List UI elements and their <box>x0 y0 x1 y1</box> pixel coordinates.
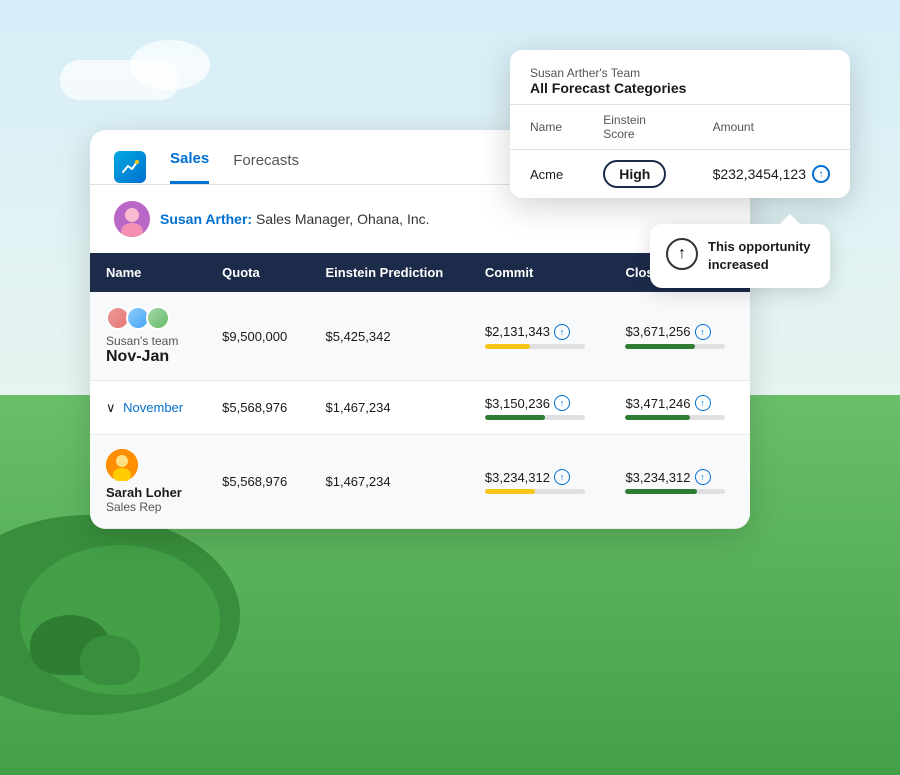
team-period: Nov-Jan <box>106 348 190 366</box>
popup-header: Susan Arther's Team All Forecast Categor… <box>510 50 850 105</box>
sarah-name-cell: Sarah Loher Sales Rep <box>90 435 206 529</box>
november-closed-bar <box>625 415 725 420</box>
sarah-name: Sarah Loher <box>106 485 190 500</box>
popup-title: All Forecast Categories <box>530 80 830 96</box>
tooltip-bubble: ↑ This opportunity increased <box>650 224 830 288</box>
commit-up-arrow: ↑ <box>554 324 570 340</box>
sarah-closed-arrow: ↑ <box>695 469 711 485</box>
november-closed-cell: $3,471,246 ↑ <box>625 395 734 420</box>
november-closed-fill <box>625 415 690 420</box>
team-commit-value: $2,131,343 ↑ <box>485 324 594 340</box>
popup-amount-cell: $232,3454,123 ↑ <box>713 165 830 183</box>
sarah-commit-cell: $3,234,312 ↑ <box>485 469 594 494</box>
sarah-closed-cell: $3,234,312 ↑ <box>625 469 734 494</box>
commit-progress-bar <box>485 344 585 349</box>
sarah-avatar <box>106 449 138 481</box>
user-detail: Sales Manager, Ohana, Inc. <box>252 211 429 227</box>
tab-sales[interactable]: Sales <box>170 150 209 184</box>
november-commit-cell: $3,150,236 ↑ <box>485 395 594 420</box>
sarah-commit-fill <box>485 489 535 494</box>
november-quota: $5,568,976 <box>206 381 309 435</box>
november-commit-arrow: ↑ <box>554 395 570 411</box>
november-link[interactable]: November <box>123 400 183 415</box>
popup-row-score: High <box>583 150 692 199</box>
forecast-table: Name Quota Einstein Prediction Commit Cl… <box>90 253 750 529</box>
sarah-commit-bar <box>485 489 585 494</box>
popup-row: Acme High $232,3454,123 ↑ <box>510 150 850 199</box>
team-closed-cell: $3,671,256 ↑ <box>625 324 734 349</box>
up-arrow-icon: ↑ <box>812 165 830 183</box>
tab-forecasts[interactable]: Forecasts <box>233 152 299 183</box>
sarah-quota: $5,568,976 <box>206 435 309 529</box>
team-commit-cell: $2,131,343 ↑ <box>485 324 594 349</box>
sarah-closed-value: $3,234,312 ↑ <box>625 469 734 485</box>
sarah-commit: $3,234,312 ↑ <box>469 435 610 529</box>
commit-progress-fill <box>485 344 530 349</box>
sarah-prediction: $1,467,234 <box>310 435 469 529</box>
popup-amount-value: $232,3454,123 <box>713 166 806 182</box>
closed-up-arrow: ↑ <box>695 324 711 340</box>
popup-row-name: Acme <box>510 150 583 199</box>
november-closed: $3,471,246 ↑ <box>609 381 750 435</box>
user-avatar <box>114 201 150 237</box>
sarah-closed-bar <box>625 489 725 494</box>
popup-col-name: Name <box>510 105 583 150</box>
sarah-commit-arrow: ↑ <box>554 469 570 485</box>
user-text: Susan Arther: Sales Manager, Ohana, Inc. <box>160 211 430 227</box>
november-commit-fill <box>485 415 545 420</box>
col-header-name: Name <box>90 253 206 292</box>
closed-progress-fill <box>625 344 695 349</box>
november-commit-value: $3,150,236 ↑ <box>485 395 594 411</box>
table-row: Sarah Loher Sales Rep $5,568,976 $1,467,… <box>90 435 750 529</box>
team-commit: $2,131,343 ↑ <box>469 292 610 381</box>
tooltip-up-icon: ↑ <box>666 238 698 270</box>
november-closed-arrow: ↑ <box>695 395 711 411</box>
cloud-decoration-2 <box>130 40 210 90</box>
team-quota: $9,500,000 <box>206 292 309 381</box>
popup-card: Susan Arther's Team All Forecast Categor… <box>510 50 850 198</box>
popup-table: Name Einstein Score Amount Acme High $23… <box>510 105 850 198</box>
team-closed: $3,671,256 ↑ <box>609 292 750 381</box>
sarah-closed-fill <box>625 489 697 494</box>
november-commit-bar <box>485 415 585 420</box>
table-row: ∨ November $5,568,976 $1,467,234 $3,150,… <box>90 381 750 435</box>
closed-progress-bar <box>625 344 725 349</box>
team-label: Susan's team <box>106 334 190 348</box>
sarah-title: Sales Rep <box>106 500 190 514</box>
col-header-prediction: Einstein Prediction <box>310 253 469 292</box>
popup-col-score: Einstein Score <box>583 105 692 150</box>
sarah-closed: $3,234,312 ↑ <box>609 435 750 529</box>
avatar-3 <box>146 306 170 330</box>
high-badge: High <box>603 160 666 188</box>
popup-row-amount: $232,3454,123 ↑ <box>693 150 850 199</box>
november-prediction: $1,467,234 <box>310 381 469 435</box>
col-header-quota: Quota <box>206 253 309 292</box>
bush-decoration-2 <box>80 635 140 685</box>
team-prediction: $5,425,342 <box>310 292 469 381</box>
row-team-name-cell: Susan's team Nov-Jan <box>90 292 206 381</box>
popup-col-amount: Amount <box>693 105 850 150</box>
sales-icon <box>114 151 146 183</box>
chevron-down-icon: ∨ <box>106 400 116 416</box>
november-name-cell: ∨ November <box>90 381 206 435</box>
popup-team-name: Susan Arther's Team <box>530 66 830 80</box>
sarah-commit-value: $3,234,312 ↑ <box>485 469 594 485</box>
team-closed-value: $3,671,256 ↑ <box>625 324 734 340</box>
table-row: Susan's team Nov-Jan $9,500,000 $5,425,3… <box>90 292 750 381</box>
november-commit: $3,150,236 ↑ <box>469 381 610 435</box>
tooltip-text: This opportunity increased <box>708 238 814 274</box>
col-header-commit: Commit <box>469 253 610 292</box>
november-closed-value: $3,471,246 ↑ <box>625 395 734 411</box>
user-name: Susan Arther: <box>160 211 252 227</box>
